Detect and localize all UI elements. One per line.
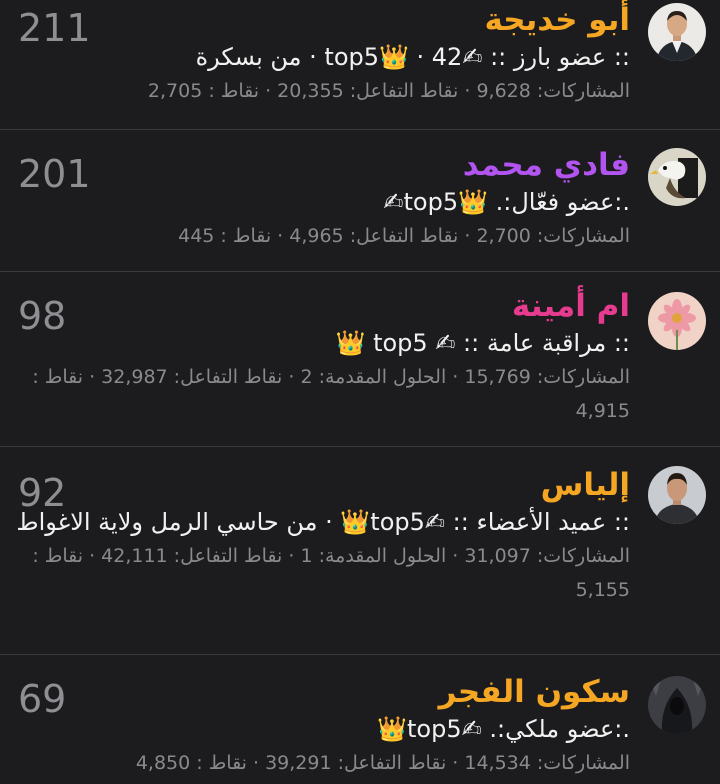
member-info: ام أمينة :: مراقبة عامة :: ✍ top5 👑 المش… xyxy=(18,286,630,428)
member-stats: المشاركات: 2,700 · نقاط التفاعل: 4,965 ·… xyxy=(178,225,630,247)
member-info: إلياس :: عميد الأعضاء :: ✍top5👑 · من حاس… xyxy=(16,465,630,607)
member-stats: المشاركات: 9,628 · نقاط التفاعل: 20,355 … xyxy=(147,80,630,102)
member-name[interactable]: فادي محمد xyxy=(18,145,630,185)
member-entry[interactable]: سكون الفجر .:عضو ملكي:. ✍top5👑 المشاركات… xyxy=(0,655,720,784)
eagle-avatar[interactable] xyxy=(648,148,706,206)
member-score: 92 xyxy=(18,471,67,515)
member-name[interactable]: إلياس xyxy=(18,465,630,505)
member-rank: :: عميد الأعضاء :: ✍top5👑 · من حاسي الرم… xyxy=(16,508,630,536)
member-info: فادي محمد .:عضو فعّال:. 👑top5✍ المشاركات… xyxy=(18,145,630,253)
member-name[interactable]: أبو خديجة xyxy=(18,0,630,40)
member-rank: :: عضو بارز :: ✍top5👑 · 42 · من بسكرة xyxy=(195,43,630,71)
member-stats: المشاركات: 14,534 · نقاط التفاعل: 39,291… xyxy=(135,752,630,774)
member-score: 201 xyxy=(18,152,91,196)
member-rank: .:عضو فعّال:. 👑top5✍ xyxy=(383,188,630,216)
man-in-suit-avatar[interactable] xyxy=(648,3,706,61)
member-info: سكون الفجر .:عضو ملكي:. ✍top5👑 المشاركات… xyxy=(18,672,630,780)
member-score: 211 xyxy=(18,6,91,50)
member-score: 69 xyxy=(18,677,67,721)
member-rank: :: مراقبة عامة :: ✍ top5 👑 xyxy=(335,329,630,357)
member-name[interactable]: سكون الفجر xyxy=(18,672,630,712)
member-stats: المشاركات: 31,097 · الحلول المقدمة: 1 · … xyxy=(32,545,630,601)
man-portrait-avatar[interactable] xyxy=(648,466,706,524)
member-stats: المشاركات: 15,769 · الحلول المقدمة: 2 · … xyxy=(32,366,630,422)
member-rank: .:عضو ملكي:. ✍top5👑 xyxy=(377,715,630,743)
member-score: 98 xyxy=(18,294,67,338)
member-name[interactable]: ام أمينة xyxy=(18,286,630,326)
pink-flower-avatar[interactable] xyxy=(648,292,706,350)
member-entry[interactable]: إلياس :: عميد الأعضاء :: ✍top5👑 · من حاس… xyxy=(0,447,720,655)
hooded-figure-avatar[interactable] xyxy=(648,676,706,734)
member-info: أبو خديجة :: عضو بارز :: ✍top5👑 · 42 · م… xyxy=(18,0,630,108)
member-entry[interactable]: ام أمينة :: مراقبة عامة :: ✍ top5 👑 المش… xyxy=(0,272,720,447)
member-entry[interactable]: أبو خديجة :: عضو بارز :: ✍top5👑 · 42 · م… xyxy=(0,0,720,130)
member-entry[interactable]: فادي محمد .:عضو فعّال:. 👑top5✍ المشاركات… xyxy=(0,130,720,272)
